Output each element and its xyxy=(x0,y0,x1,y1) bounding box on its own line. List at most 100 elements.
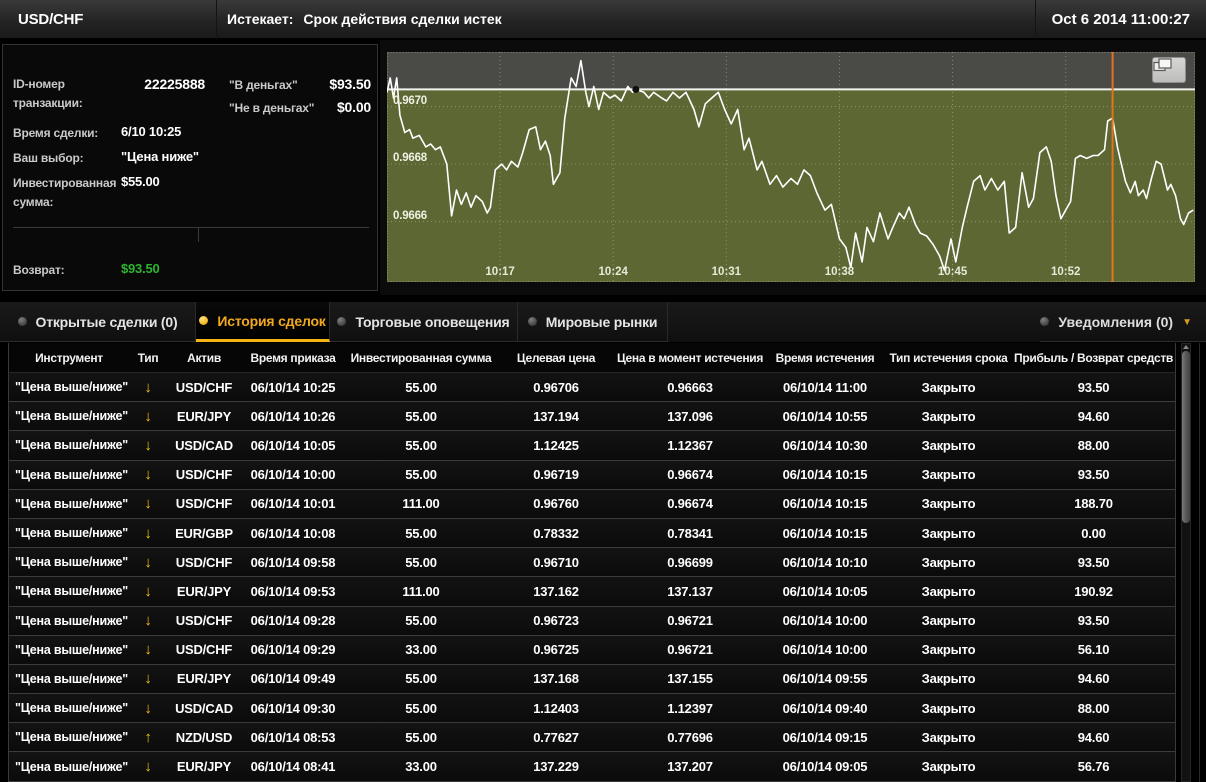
expiry-time: 06/10/14 10:00 xyxy=(782,613,868,629)
invested-amount: 55.00 xyxy=(405,700,437,716)
direction-arrow-icon: ↓ xyxy=(144,466,152,484)
price-chart-svg xyxy=(387,52,1195,282)
table-row[interactable]: "Цена выше/ниже" ↓ USD/CAD 06/10/14 09:30 55… xyxy=(9,694,1175,724)
payout: 93.50 xyxy=(1077,613,1110,629)
table-row[interactable]: "Цена выше/ниже" ↓ USD/CHF 06/10/14 10:25 55… xyxy=(9,373,1175,403)
instrument: "Цена выше/ниже" xyxy=(15,671,128,686)
expiry-price: 0.96721 xyxy=(667,642,713,658)
chevron-down-icon: ▼ xyxy=(1182,317,1192,328)
expiry-type: Закрыто xyxy=(921,759,976,775)
instrument: "Цена выше/ниже" xyxy=(15,613,128,628)
popout-chart-button[interactable] xyxy=(1152,57,1186,83)
expiry-value: Срок действия сделки истек xyxy=(303,11,502,27)
x-axis-tick-label: 10:31 xyxy=(711,266,742,278)
order-time: 06/10/14 09:30 xyxy=(250,700,336,716)
order-time: 06/10/14 09:28 xyxy=(250,613,336,629)
table-row[interactable]: "Цена выше/ниже" ↓ USD/CHF 06/10/14 09:28 55… xyxy=(9,606,1175,636)
x-axis-tick-label: 10:38 xyxy=(824,266,855,278)
tab-label: История сделок xyxy=(217,312,326,329)
order-time: 06/10/14 08:53 xyxy=(250,729,336,745)
scrollbar-up-arrow-icon[interactable] xyxy=(1183,345,1189,349)
table-row[interactable]: "Цена выше/ниже" ↓ USD/CHF 06/10/14 09:58 55… xyxy=(9,548,1175,578)
direction-arrow-icon: ↓ xyxy=(144,758,152,776)
order-time: 06/10/14 10:00 xyxy=(250,467,336,483)
notifications-label: Уведомления (0) xyxy=(1058,313,1174,330)
trade-info-panel: ID-номер транзакции: 22225888 "В деньгах… xyxy=(2,44,378,291)
direction-arrow-icon: ↓ xyxy=(144,553,152,571)
expiry-type: Закрыто xyxy=(921,729,976,745)
expiry-type: Закрыто xyxy=(921,525,976,541)
order-time: 06/10/14 10:26 xyxy=(250,408,336,424)
order-time: 06/10/14 09:29 xyxy=(250,642,336,658)
payout: 88.00 xyxy=(1077,437,1110,453)
x-axis-tick-label: 10:45 xyxy=(937,266,968,278)
tab-1-active[interactable]: История сделок xyxy=(196,302,330,342)
invested-amount: 55.00 xyxy=(405,408,437,424)
direction-arrow-icon: ↓ xyxy=(144,641,152,659)
table-row[interactable]: "Цена выше/ниже" ↓ USD/CHF 06/10/14 10:00 55… xyxy=(9,460,1175,490)
tab-0[interactable]: Открытые сделки (0) xyxy=(0,302,196,342)
tab-bullet-icon xyxy=(337,317,347,326)
expiry-time: 06/10/14 10:30 xyxy=(782,437,868,453)
asset: USD/CAD xyxy=(175,700,233,716)
tab-2[interactable]: Торговые оповещения xyxy=(330,302,518,342)
table-row[interactable]: "Цена выше/ниже" ↓ EUR/GBP 06/10/14 10:08 55… xyxy=(9,518,1175,549)
trade-time-label: Время сделки: xyxy=(13,126,99,140)
choice-label: Ваш выбор: xyxy=(13,151,84,165)
invested-amount: 33.00 xyxy=(405,759,437,775)
panel-divider xyxy=(13,227,369,228)
direction-arrow-icon: ↓ xyxy=(144,495,152,513)
page-right-edge xyxy=(1199,343,1200,782)
payout: 94.60 xyxy=(1077,408,1110,424)
payout: 56.10 xyxy=(1077,642,1110,658)
table-row[interactable]: "Цена выше/ниже" ↓ USD/CAD 06/10/14 10:05 55… xyxy=(9,431,1175,461)
trade-open-marker xyxy=(632,85,640,93)
table-row[interactable]: "Цена выше/ниже" ↓ USD/CHF 06/10/14 10:01 11… xyxy=(9,489,1175,519)
tab-label: Мировые рынки xyxy=(545,313,658,330)
expiry-price: 0.96663 xyxy=(667,379,713,395)
table-row[interactable]: "Цена выше/ниже" ↓ EUR/JPY 06/10/14 09:53 11… xyxy=(9,577,1175,607)
table-row[interactable]: "Цена выше/ниже" ↑ NZD/USD 06/10/14 08:53 55… xyxy=(9,723,1175,753)
notifications-dropdown[interactable]: Уведомления (0) ▼ xyxy=(1040,302,1206,342)
direction-arrow-icon: ↑ xyxy=(144,728,152,746)
trade-id-value: 22225888 xyxy=(144,76,205,92)
column-header: Инструмент xyxy=(35,350,103,365)
column-header: Время истечения xyxy=(775,350,875,365)
expiry-time: 06/10/14 09:15 xyxy=(782,729,868,745)
invested-amount: 55.00 xyxy=(405,525,437,541)
table-row[interactable]: "Цена выше/ниже" ↓ USD/CHF 06/10/14 09:29 33… xyxy=(9,635,1175,665)
expiry-time: 06/10/14 10:15 xyxy=(782,496,868,512)
expiry-price: 137.096 xyxy=(667,408,713,424)
expiry-time: 06/10/14 09:55 xyxy=(782,671,868,687)
instrument: "Цена выше/ниже" xyxy=(15,467,128,482)
expiry-type: Закрыто xyxy=(921,671,976,687)
tab-bar: Открытые сделки (0) История сделок Торговы… xyxy=(0,302,1206,342)
column-header: Тип истечения срока xyxy=(889,350,1008,365)
expiry-price: 0.96721 xyxy=(667,613,713,629)
instrument: "Цена выше/ниже" xyxy=(15,555,128,570)
history-rows: "Цена выше/ниже" ↓ USD/CHF 06/10/14 10:25 55… xyxy=(8,373,1176,782)
above-target-region xyxy=(387,52,1195,90)
expiry-price: 1.12367 xyxy=(667,437,713,453)
invested-amount: 55.00 xyxy=(405,437,437,453)
asset: USD/CHF xyxy=(175,467,233,483)
expiry-price: 0.96674 xyxy=(667,467,713,483)
payout: 0.00 xyxy=(1081,525,1106,541)
invested-amount: 55.00 xyxy=(405,379,437,395)
table-scrollbar-thumb[interactable] xyxy=(1182,351,1190,523)
server-datetime: Oct 6 2014 11:00:27 xyxy=(1034,0,1206,39)
trade-id-label: ID-номер транзакции: xyxy=(13,77,83,110)
notifications-bullet-icon xyxy=(1040,317,1050,326)
instrument: "Цена выше/ниже" xyxy=(15,759,128,774)
tab-3[interactable]: Мировые рынки xyxy=(518,302,668,342)
table-row[interactable]: "Цена выше/ниже" ↓ EUR/JPY 06/10/14 09:49 55… xyxy=(9,664,1175,695)
expiry-time: 06/10/14 09:40 xyxy=(782,700,868,716)
target-price: 0.96723 xyxy=(533,613,579,629)
y-axis-tick-label: 0.9670 xyxy=(393,94,427,107)
asset: USD/CHF xyxy=(175,613,233,629)
table-row[interactable]: "Цена выше/ниже" ↓ EUR/JPY 06/10/14 08:41 33… xyxy=(9,752,1175,782)
table-row[interactable]: "Цена выше/ниже" ↓ EUR/JPY 06/10/14 10:26 55… xyxy=(9,402,1175,432)
expiry-label: Истекает: xyxy=(227,11,294,27)
expiry-time: 06/10/14 10:55 xyxy=(782,408,868,424)
direction-arrow-icon: ↓ xyxy=(144,436,152,454)
